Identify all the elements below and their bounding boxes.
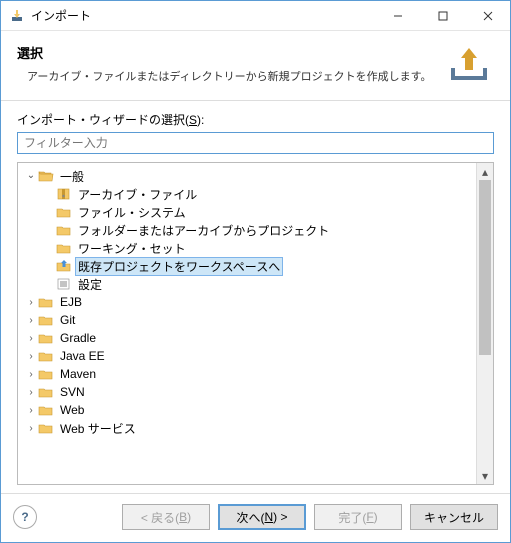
close-button[interactable] <box>465 1 510 30</box>
tree-item[interactable]: › SVN <box>18 383 476 401</box>
wizard-banner: 選択 アーカイブ・ファイルまたはディレクトリーから新規プロジェクトを作成します。 <box>1 31 510 101</box>
folder-icon <box>38 312 54 328</box>
tree-item[interactable]: ›ファイル・システム <box>18 203 476 221</box>
chevron-right-icon[interactable]: › <box>24 367 38 381</box>
wizard-tree[interactable]: ⌄一般›アーカイブ・ファイル›ファイル・システム›フォルダーまたはアーカイブから… <box>18 163 476 484</box>
tree-item[interactable]: › Maven <box>18 365 476 383</box>
scroll-down-button[interactable]: ▾ <box>477 467 493 484</box>
tree-item[interactable]: ›フォルダーまたはアーカイブからプロジェクト <box>18 221 476 239</box>
tree-item-label: ワーキング・セット <box>76 240 188 257</box>
wizard-main: インポート・ウィザードの選択(S): ⌄一般›アーカイブ・ファイル›ファイル・シ… <box>1 101 510 493</box>
banner-description: アーカイブ・ファイルまたはディレクトリーから新規プロジェクトを作成します。 <box>17 68 444 84</box>
chevron-right-icon[interactable]: › <box>24 385 38 399</box>
folder-icon <box>56 276 72 292</box>
tree-item-label: Web <box>58 403 86 417</box>
chevron-right-icon[interactable]: › <box>24 349 38 363</box>
cancel-button[interactable]: キャンセル <box>410 504 498 530</box>
chevron-down-icon[interactable]: ⌄ <box>24 168 38 182</box>
tree-item-label: フォルダーまたはアーカイブからプロジェクト <box>76 222 331 239</box>
tree-item-label: Java EE <box>58 349 107 363</box>
tree-item-label: 一般 <box>58 168 86 185</box>
finish-button[interactable]: 完了(F) <box>314 504 402 530</box>
vertical-scrollbar[interactable]: ▴ ▾ <box>476 163 493 484</box>
folder-icon <box>38 402 54 418</box>
titlebar: インポート <box>1 1 510 31</box>
tree-item-label: Web サービス <box>58 420 138 437</box>
tree-item[interactable]: ›設定 <box>18 275 476 293</box>
maximize-button[interactable] <box>420 1 465 30</box>
folder-icon <box>38 366 54 382</box>
tree-item-label: ファイル・システム <box>76 204 188 221</box>
scrollbar-thumb[interactable] <box>479 180 491 355</box>
tree-item[interactable]: › Java EE <box>18 347 476 365</box>
tree-item-label: Maven <box>58 367 98 381</box>
wizard-tree-container: ⌄一般›アーカイブ・ファイル›ファイル・システム›フォルダーまたはアーカイブから… <box>17 162 494 485</box>
wizard-select-label: インポート・ウィザードの選択(S): <box>17 111 494 128</box>
chevron-right-icon[interactable]: › <box>24 295 38 309</box>
folder-icon <box>38 384 54 400</box>
tree-item-label: 設定 <box>76 276 104 293</box>
folder-icon <box>56 204 72 220</box>
folder-icon <box>56 222 72 238</box>
folder-icon <box>38 420 54 436</box>
tree-item-label: 既存プロジェクトをワークスペースへ <box>76 258 282 275</box>
tree-item-label: アーカイブ・ファイル <box>76 186 199 203</box>
folder-icon <box>38 294 54 310</box>
chevron-right-icon[interactable]: › <box>24 313 38 327</box>
tree-item[interactable]: › Web サービス <box>18 419 476 437</box>
tree-item[interactable]: › Git <box>18 311 476 329</box>
tree-item[interactable]: ›アーカイブ・ファイル <box>18 185 476 203</box>
scroll-up-button[interactable]: ▴ <box>477 163 493 180</box>
window-title: インポート <box>31 7 375 24</box>
app-icon <box>9 8 25 24</box>
filter-input[interactable] <box>17 132 494 154</box>
tree-item[interactable]: › Web <box>18 401 476 419</box>
help-button[interactable]: ? <box>13 505 37 529</box>
folder-icon <box>38 330 54 346</box>
tree-item-label: Git <box>58 313 77 327</box>
window-controls <box>375 1 510 30</box>
folder-icon <box>56 240 72 256</box>
tree-item[interactable]: ›ワーキング・セット <box>18 239 476 257</box>
chevron-right-icon[interactable]: › <box>24 421 38 435</box>
tree-item-label: Gradle <box>58 331 98 345</box>
tree-item[interactable]: ›既存プロジェクトをワークスペースへ <box>18 257 476 275</box>
import-icon <box>444 43 494 84</box>
folder-icon <box>38 348 54 364</box>
chevron-right-icon[interactable]: › <box>24 403 38 417</box>
folder-icon <box>56 186 72 202</box>
tree-item[interactable]: › EJB <box>18 293 476 311</box>
tree-item-label: EJB <box>58 295 84 309</box>
tree-item-label: SVN <box>58 385 87 399</box>
wizard-footer: ? < 戻る(B) 次へ(N) > 完了(F) キャンセル <box>1 493 510 542</box>
tree-item[interactable]: › Gradle <box>18 329 476 347</box>
tree-item[interactable]: ⌄ 一般 <box>18 167 476 185</box>
banner-title: 選択 <box>17 43 444 62</box>
back-button[interactable]: < 戻る(B) <box>122 504 210 530</box>
minimize-button[interactable] <box>375 1 420 30</box>
folder-icon <box>56 258 72 274</box>
next-button[interactable]: 次へ(N) > <box>218 504 306 530</box>
folder-icon <box>38 168 54 184</box>
chevron-right-icon[interactable]: › <box>24 331 38 345</box>
